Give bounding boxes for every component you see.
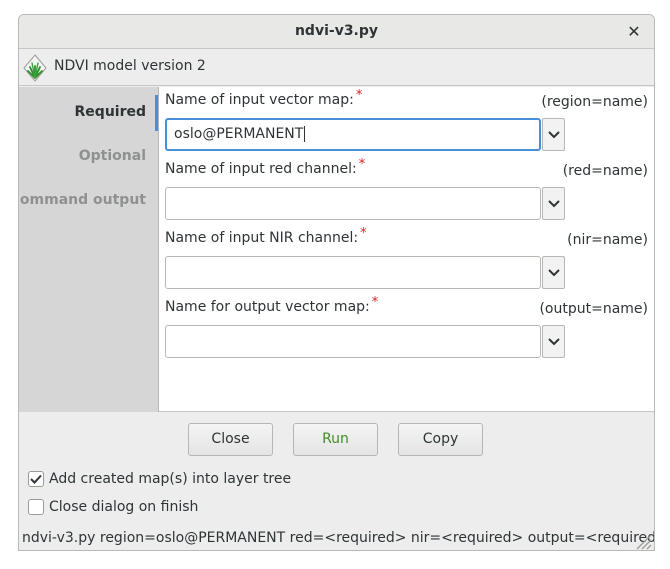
nir-channel-dropdown[interactable] <box>542 256 565 289</box>
add-to-layer-tree-checkbox[interactable] <box>28 471 44 487</box>
module-description: NDVI model version 2 <box>54 58 206 74</box>
tab-optional[interactable]: Optional <box>79 148 146 164</box>
required-panel: Name of input vector map: * (region=name)… <box>159 87 654 412</box>
window-title: ndvi-v3.py <box>294 23 379 39</box>
status-bar: ndvi-v3.py region=oslo@PERMANENT red=<re… <box>19 527 655 550</box>
grass-gis-logo-icon <box>23 54 47 82</box>
required-marker: * <box>360 226 367 241</box>
close-button[interactable]: Close <box>188 423 273 456</box>
nir-channel-field[interactable] <box>165 256 541 289</box>
close-on-finish-label: Close dialog on finish <box>49 499 199 515</box>
required-marker: * <box>358 157 366 172</box>
close-on-finish-checkbox[interactable] <box>28 499 44 515</box>
field-label-text: Name of input vector map: <box>165 92 354 108</box>
red-channel-dropdown[interactable] <box>542 187 565 220</box>
chevron-down-icon <box>547 268 560 276</box>
output-vector-map-field[interactable] <box>165 325 541 358</box>
red-channel-field[interactable] <box>165 187 541 220</box>
input-vector-map-dropdown[interactable] <box>542 118 565 151</box>
run-button[interactable]: Run <box>293 423 378 456</box>
tab-command-output[interactable]: Command output <box>19 192 146 208</box>
chevron-down-icon <box>547 199 560 207</box>
field-label-text: Name for output vector map: <box>165 299 370 315</box>
title-bar: ndvi-v3.py ✕ <box>19 15 654 49</box>
module-header: NDVI model version 2 <box>19 50 654 86</box>
tab-required[interactable]: Required <box>75 104 146 120</box>
param-region: (region=name) <box>541 94 648 110</box>
chevron-down-icon <box>547 337 560 345</box>
add-to-layer-tree-label: Add created map(s) into layer tree <box>49 471 292 487</box>
tab-sidebar: Required Optional Command output <box>19 87 159 412</box>
param-red: (red=name) <box>562 163 648 179</box>
checkmark-icon <box>30 474 42 484</box>
copy-button[interactable]: Copy <box>398 423 483 456</box>
output-vector-map-label: Name for output vector map: * <box>165 295 378 315</box>
nir-channel-label: Name of input NIR channel: * <box>165 226 367 246</box>
required-marker: * <box>371 295 379 310</box>
input-vector-map-label: Name of input vector map: * <box>165 88 362 108</box>
input-vector-map-field[interactable]: oslo@PERMANENT <box>165 118 541 151</box>
field-label-text: Name of input NIR channel: <box>165 230 359 246</box>
param-nir: (nir=name) <box>567 232 648 248</box>
command-preview: ndvi-v3.py region=oslo@PERMANENT red=<re… <box>22 530 655 546</box>
chevron-down-icon <box>547 130 560 138</box>
text-cursor <box>304 126 306 142</box>
param-output: (output=name) <box>539 301 648 317</box>
module-dialog-window: ndvi-v3.py ✕ NDVI model version 2 Requir… <box>18 14 655 551</box>
field-label-text: Name of input red channel: <box>165 161 357 177</box>
close-on-finish-option[interactable]: Close dialog on finish <box>28 498 198 516</box>
close-window-icon[interactable]: ✕ <box>626 15 642 48</box>
required-marker: * <box>355 88 363 103</box>
active-tab-indicator <box>155 95 158 131</box>
output-vector-map-dropdown[interactable] <box>542 325 565 358</box>
resize-grip-icon[interactable] <box>630 528 652 550</box>
red-channel-label: Name of input red channel: * <box>165 157 365 177</box>
input-vector-map-value: oslo@PERMANENT <box>174 126 304 142</box>
add-to-layer-tree-option[interactable]: Add created map(s) into layer tree <box>28 470 291 488</box>
